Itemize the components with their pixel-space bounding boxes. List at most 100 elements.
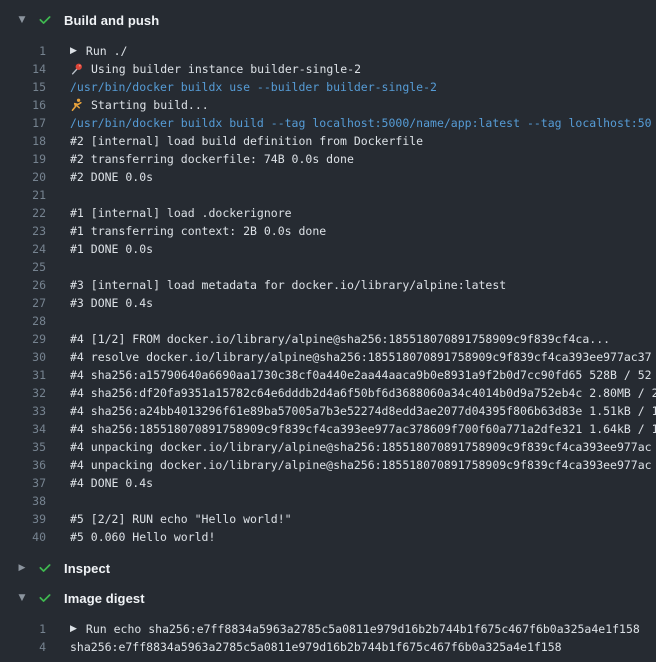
log-line-text: #1 DONE 0.0s [70, 240, 153, 258]
line-number[interactable]: 15 [0, 78, 46, 96]
log-line: 24 #1 DONE 0.0s [0, 240, 656, 258]
log-line-text: Run ./ [86, 42, 128, 60]
log-line-content: #4 unpacking docker.io/library/alpine@sh… [70, 438, 656, 456]
line-number[interactable]: 1 [0, 42, 46, 60]
section-header-build-and-push[interactable]: ▼ Build and push [0, 6, 656, 34]
log-line: 36 #4 unpacking docker.io/library/alpine@… [0, 456, 656, 474]
section-header-image-digest[interactable]: ▼Image digest [0, 584, 656, 612]
line-number[interactable]: 40 [0, 528, 46, 546]
log-section-inspect: ▶ Inspect [0, 554, 656, 582]
chevron-right-icon[interactable]: ▶ [14, 563, 30, 573]
pushpin-icon-wrap [70, 62, 84, 76]
line-number[interactable]: 37 [0, 474, 46, 492]
log-line-text: #3 [internal] load metadata for docker.i… [70, 276, 506, 294]
log-line-text: Run echo sha256:e7ff8834a5963a2785c5a081… [86, 620, 640, 638]
line-number[interactable]: 36 [0, 456, 46, 474]
log-line: 29 #4 [1/2] FROM docker.io/library/alpine… [0, 330, 656, 348]
log-line-content: /usr/bin/docker buildx use --builder bui… [70, 78, 656, 96]
line-number[interactable]: 38 [0, 492, 46, 510]
log-line-text: Using builder instance builder-single-2 [91, 60, 361, 78]
status-check-wrap [37, 590, 53, 606]
log-section-image-digest: ▼Image digest 1 ▶ Run echo sha256:e7ff8834a… [0, 584, 656, 662]
log-line-content: #5 0.060 Hello world! [70, 528, 656, 546]
log-line-content: #1 DONE 0.0s [70, 240, 656, 258]
line-number[interactable]: 24 [0, 240, 46, 258]
line-number[interactable]: 29 [0, 330, 46, 348]
line-number[interactable]: 20 [0, 168, 46, 186]
runner-icon [70, 98, 84, 112]
line-number[interactable]: 39 [0, 510, 46, 528]
log-line-text: #4 [1/2] FROM docker.io/library/alpine@s… [70, 330, 610, 348]
log-line-text: #4 resolve docker.io/library/alpine@sha2… [70, 348, 652, 366]
log-line-text: #2 DONE 0.0s [70, 168, 153, 186]
line-number[interactable]: 14 [0, 60, 46, 78]
chevron-down-icon[interactable]: ▼ [14, 593, 30, 603]
log-line-text: /usr/bin/docker buildx build --tag local… [70, 114, 652, 132]
log-line-content: Using builder instance builder-single-2 [70, 60, 656, 78]
log-line-text: #4 sha256:a24bb4013296f61e89ba57005a7b3e… [70, 402, 656, 420]
log-line: 33 #4 sha256:a24bb4013296f61e89ba57005a7b… [0, 402, 656, 420]
log-line: 32 #4 sha256:df20fa9351a15782c64e6dddb2d4… [0, 384, 656, 402]
log-line-text: Starting build... [91, 96, 209, 114]
run-group-toggle-icon[interactable]: ▶ [70, 620, 77, 638]
log-line: 31 #4 sha256:a15790640a6690aa1730c38cf0a4… [0, 366, 656, 384]
log-line-content: ▶ Run ./ [70, 42, 656, 60]
log-line-content: #2 transferring dockerfile: 74B 0.0s don… [70, 150, 656, 168]
log-line: 26 #3 [internal] load metadata for docker… [0, 276, 656, 294]
log-line-content: #5 [2/2] RUN echo "Hello world!" [70, 510, 656, 528]
log-line-text: #1 transferring context: 2B 0.0s done [70, 222, 326, 240]
log-line-content: #4 DONE 0.4s [70, 474, 656, 492]
status-check-wrap [37, 12, 53, 28]
line-number[interactable]: 25 [0, 258, 46, 276]
log-line: 38 [0, 492, 656, 510]
line-number[interactable]: 21 [0, 186, 46, 204]
line-number[interactable]: 18 [0, 132, 46, 150]
log-line-text: #4 sha256:185518070891758909c9f839cf4ca3… [70, 420, 656, 438]
line-number[interactable]: 26 [0, 276, 46, 294]
section-title: Build and push [64, 13, 159, 28]
success-check-icon [38, 13, 52, 27]
line-number[interactable]: 33 [0, 402, 46, 420]
line-number[interactable]: 17 [0, 114, 46, 132]
run-group-toggle-icon[interactable]: ▶ [70, 42, 77, 60]
log-line-text: #4 sha256:df20fa9351a15782c64e6dddb2d4a6… [70, 384, 656, 402]
log-line-content: /usr/bin/docker buildx build --tag local… [70, 114, 656, 132]
line-number[interactable]: 31 [0, 366, 46, 384]
line-number[interactable]: 23 [0, 222, 46, 240]
chevron-down-icon[interactable]: ▼ [14, 15, 30, 25]
log-line: 20 #2 DONE 0.0s [0, 168, 656, 186]
actions-log-viewer: ▼Build and push1▶Run ./14Using builder i… [0, 0, 656, 662]
line-number[interactable]: 4 [0, 638, 46, 656]
runner-icon-wrap [70, 98, 84, 112]
log-line: 34 #4 sha256:185518070891758909c9f839cf4c… [0, 420, 656, 438]
success-check-icon [38, 591, 52, 605]
log-line: 1 ▶ Run ./ [0, 42, 656, 60]
log-line: 25 [0, 258, 656, 276]
log-line: 27#3 DONE 0.4s [0, 294, 656, 312]
line-number[interactable]: 34 [0, 420, 46, 438]
log-line-content: #2 [internal] load build definition from… [70, 132, 656, 150]
section-title: Inspect [64, 561, 110, 576]
log-line-text: #2 [internal] load build definition from… [70, 132, 423, 150]
log-line-content: Starting build... [70, 96, 656, 114]
line-number[interactable]: 35 [0, 438, 46, 456]
log-line-content: #2 DONE 0.0s [70, 168, 656, 186]
log-line-content: #4 sha256:a15790640a6690aa1730c38cf0a440… [70, 366, 656, 384]
section-header-inspect[interactable]: ▶ Inspect [0, 554, 656, 582]
log-line: 35 #4 unpacking docker.io/library/alpine@… [0, 438, 656, 456]
line-number[interactable]: 22 [0, 204, 46, 222]
log-line-text: #4 sha256:a15790640a6690aa1730c38cf0a440… [70, 366, 652, 384]
line-number[interactable]: 27 [0, 294, 46, 312]
log-line-content: #4 [1/2] FROM docker.io/library/alpine@s… [70, 330, 656, 348]
line-number[interactable]: 32 [0, 384, 46, 402]
log-line-content: #4 sha256:185518070891758909c9f839cf4ca3… [70, 420, 656, 438]
line-number[interactable]: 1 [0, 620, 46, 638]
success-check-icon [38, 561, 52, 575]
log-line-content: #4 unpacking docker.io/library/alpine@sh… [70, 456, 656, 474]
line-number[interactable]: 30 [0, 348, 46, 366]
line-number[interactable]: 19 [0, 150, 46, 168]
line-number[interactable]: 16 [0, 96, 46, 114]
line-number[interactable]: 28 [0, 312, 46, 330]
log-line: 4sha256:e7ff8834a5963a2785c5a0811e979d16… [0, 638, 656, 656]
log-line: 39 #5 [2/2] RUN echo "Hello world!" [0, 510, 656, 528]
